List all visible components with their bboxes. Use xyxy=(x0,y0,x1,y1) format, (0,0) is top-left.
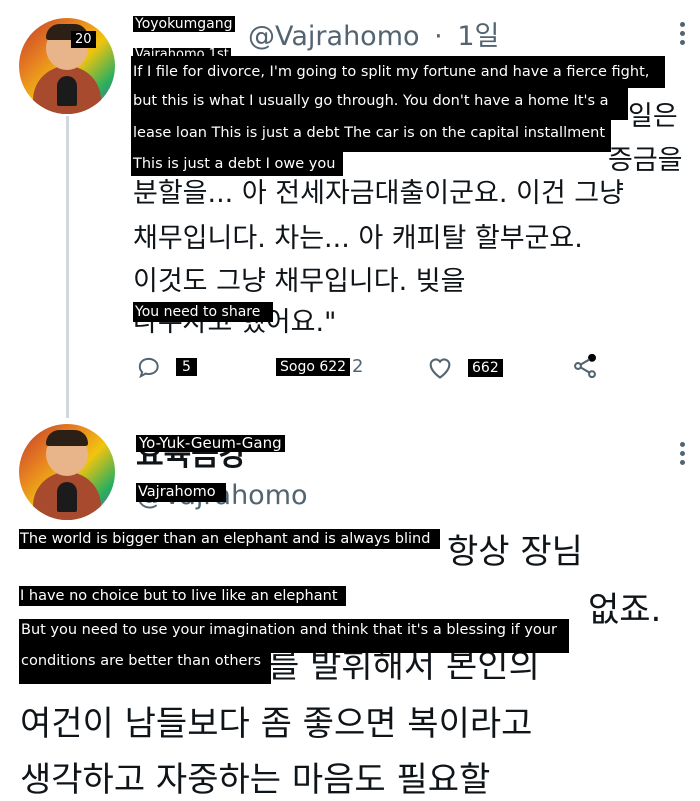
translation-line: conditions are better than others xyxy=(19,652,271,684)
like-count: 662 xyxy=(468,359,503,377)
tweet-text-fragment: 일은 xyxy=(628,101,678,132)
translation-line: lease loan This is just a debt The car i… xyxy=(131,120,611,152)
share-icon[interactable] xyxy=(570,352,600,384)
tweet-text-line: 이것도 그냥 채무입니다. 빚을 xyxy=(133,266,466,297)
translation-line: But you need to use your imagination and… xyxy=(19,619,569,653)
author-name[interactable]: Yo-Yuk-Geum-Gang xyxy=(136,435,285,452)
avatar[interactable] xyxy=(19,424,115,520)
tweet-text-line: 생각하고 자중하는 마음도 필요할 xyxy=(20,760,491,800)
tweet-text-fragment: 항상 장님 xyxy=(447,532,583,572)
translation-line: The world is bigger than an elephant and… xyxy=(19,529,440,549)
translation-line: I have no choice but to live like an ele… xyxy=(19,586,346,606)
reply-count: 5 xyxy=(176,358,197,376)
tweet-text-line: 채무입니다. 차는... 아 캐피탈 할부군요. xyxy=(133,223,583,254)
more-icon[interactable] xyxy=(680,22,686,49)
handle-overlay: Vajrahomo xyxy=(136,483,226,502)
tweet-text-fragment: 없죠. xyxy=(588,590,662,630)
translation-line: If I file for divorce, I'm going to spli… xyxy=(131,56,665,88)
avatar-badge: 20 xyxy=(71,31,96,48)
tweet-text-line: 분할을... 아 전세자금대출이군요. 이건 그냥 xyxy=(133,178,624,209)
more-icon[interactable] xyxy=(680,442,686,469)
thread-connector xyxy=(66,116,69,418)
reply-icon[interactable] xyxy=(136,354,162,384)
author-handle[interactable]: @Vajrahomo · 1일 xyxy=(248,14,499,53)
author-name[interactable]: Yoyokumgang xyxy=(133,16,235,32)
retweet-count[interactable]: Sogo 622 xyxy=(276,358,351,376)
translation-line: but this is what I usually go through. Y… xyxy=(131,88,628,120)
tweet-time: 1일 xyxy=(457,21,500,52)
tweet-text-line: 여건이 남들보다 좀 좋으면 복이라고 xyxy=(20,704,533,744)
avatar[interactable] xyxy=(19,18,115,114)
translation-line: This is just a debt I owe you xyxy=(131,152,343,176)
translation-line: You need to share xyxy=(133,302,273,322)
retweet-icon[interactable]: 2 xyxy=(352,356,366,378)
like-icon[interactable] xyxy=(426,354,454,384)
